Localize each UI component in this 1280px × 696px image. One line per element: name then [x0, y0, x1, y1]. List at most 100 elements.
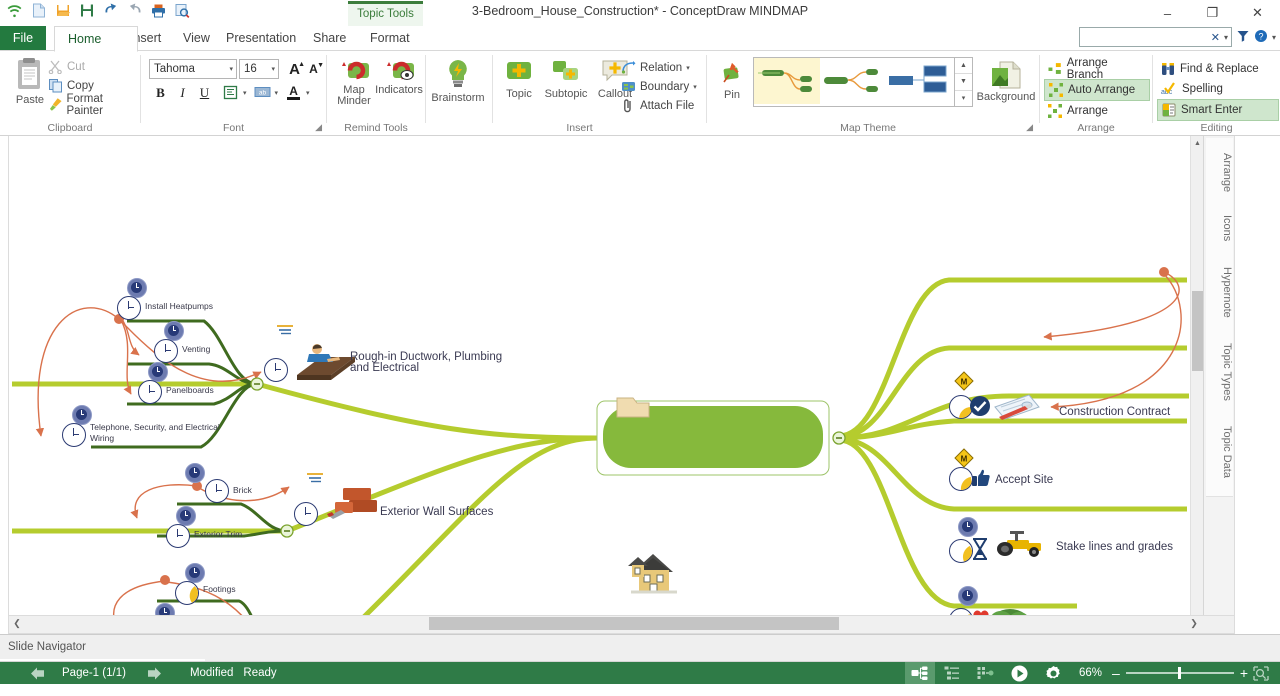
chevron-down-icon[interactable]: ▾ [229, 65, 233, 73]
panel-tab-topic-types[interactable]: Topic Types [1206, 326, 1233, 419]
theme-scroll-up[interactable]: ▲ [955, 58, 972, 75]
node-brick[interactable]: Brick [233, 485, 252, 496]
relation-button[interactable]: Relation ▾ [621, 58, 706, 77]
topic-button[interactable]: Topic [500, 59, 538, 100]
vertical-scrollbar[interactable]: ▲ ▼ [1190, 136, 1204, 634]
previous-page-icon[interactable] [24, 662, 50, 684]
tree-view-icon[interactable] [969, 662, 1003, 684]
node-exterior-trim[interactable]: Exterior Trim [194, 529, 242, 540]
map-minder-button[interactable]: Map Minder [333, 59, 375, 107]
central-topic[interactable]: Three-Bedroom House Construction [681, 556, 813, 588]
outline-view-icon[interactable] [935, 662, 969, 684]
underline-button[interactable]: U [195, 83, 214, 102]
horizontal-scroll-thumb[interactable] [429, 617, 839, 630]
theme-thumb-2[interactable] [820, 58, 886, 104]
map-theme-scroll[interactable]: ▲ ▼ ▾ [954, 57, 973, 107]
subtopic-button[interactable]: Subtopic [540, 59, 592, 100]
bold-button[interactable]: B [151, 83, 170, 102]
vertical-scroll-thumb[interactable] [1192, 291, 1203, 371]
clock-icon [294, 502, 318, 526]
grow-font-button[interactable]: A ▲ [285, 60, 305, 79]
indicators-button[interactable]: Indicators [375, 59, 423, 96]
background-button[interactable]: Background [977, 60, 1035, 103]
branch-stake-lines-and-grades[interactable]: Stake lines and grades [1056, 541, 1173, 553]
scroll-left-icon[interactable]: ❮ [9, 616, 25, 631]
chevron-down-icon[interactable]: ▾ [275, 89, 279, 97]
node-install-heatpumps[interactable]: Install Heatpumps [145, 301, 213, 312]
close-button[interactable]: ✕ [1235, 0, 1280, 26]
horizontal-scrollbar[interactable]: ❮ ❯ [8, 615, 1235, 634]
zoom-out-button[interactable]: – [1112, 665, 1120, 681]
node-footings[interactable]: Footings [203, 584, 236, 595]
theme-more[interactable]: ▾ [955, 91, 972, 106]
maximize-button[interactable]: ❐ [1190, 0, 1235, 26]
branch-construction-contract[interactable]: Construction Contract [1059, 406, 1170, 418]
highlight-button[interactable]: ab [253, 83, 272, 102]
chevron-down-icon[interactable]: ▾ [686, 64, 690, 72]
arrange-button[interactable]: Arrange [1044, 101, 1150, 121]
fit-page-icon[interactable] [1248, 662, 1274, 684]
chevron-down-icon[interactable]: ▾ [271, 65, 275, 73]
format-painter-button[interactable]: Format Painter [48, 93, 140, 117]
minimize-button[interactable]: – [1145, 0, 1190, 26]
node-venting[interactable]: Venting [182, 344, 210, 355]
tab-format[interactable]: Format [357, 26, 423, 50]
chevron-down-icon[interactable]: ▾ [243, 89, 247, 97]
help-icon[interactable]: ? [1254, 29, 1268, 46]
font-color-button[interactable]: A [284, 83, 303, 102]
arrange-branch-button[interactable]: Arrange Branch [1044, 57, 1150, 81]
help-dropdown-icon[interactable]: ▾ [1272, 33, 1276, 42]
brainstorm-button[interactable]: Brainstorm [431, 59, 485, 104]
zoom-in-button[interactable]: + [1240, 665, 1248, 681]
text-align-button[interactable] [221, 83, 240, 102]
relation-icon [621, 61, 636, 74]
spelling-button[interactable]: abc Spelling [1157, 79, 1279, 99]
zoom-slider-thumb[interactable] [1177, 667, 1181, 679]
tab-home[interactable]: Home [54, 26, 138, 52]
milestone-marker-icon: M [954, 371, 974, 394]
play-icon[interactable] [1003, 662, 1037, 684]
font-size-combo[interactable]: 16 ▾ [239, 59, 279, 79]
panel-tab-hypernote[interactable]: Hypernote [1206, 248, 1233, 337]
chevron-down-icon[interactable]: ▾ [306, 89, 310, 97]
boundary-button[interactable]: Boundary ▾ [621, 77, 706, 96]
theme-thumb-3[interactable] [886, 58, 952, 104]
scroll-right-icon[interactable]: ❯ [1186, 616, 1202, 631]
map-theme-dialog-launcher[interactable]: ◢ [1026, 122, 1033, 133]
clear-search-icon[interactable]: ✕ [1211, 31, 1220, 44]
branch-exterior-wall-surfaces[interactable]: Exterior Wall Surfaces [380, 506, 493, 518]
mindmap-view-icon[interactable] [904, 662, 935, 684]
tab-file[interactable]: File [0, 26, 46, 50]
node-telephone-security-wiring[interactable]: Telephone, Security, and Electrical Wirin… [90, 422, 220, 444]
node-panelboards[interactable]: Panelboards [166, 385, 214, 396]
find-replace-button[interactable]: Find & Replace [1157, 59, 1279, 79]
paste-button[interactable]: Paste [6, 57, 54, 106]
branch-rough-in-ductwork[interactable]: Rough-in Ductwork, Plumbing and Electrica… [350, 351, 502, 374]
panel-tab-topic-data[interactable]: Topic Data [1206, 408, 1233, 497]
cut-button[interactable]: Cut [48, 57, 140, 76]
zoom-slider[interactable] [1125, 667, 1234, 679]
italic-button[interactable]: I [173, 83, 192, 102]
tab-presentation[interactable]: Presentation [213, 26, 309, 50]
theme-thumb-1[interactable] [754, 58, 820, 104]
next-page-icon[interactable] [142, 662, 168, 684]
pin-button[interactable]: Pin [715, 60, 749, 101]
map-theme-gallery[interactable] [753, 57, 955, 107]
mindmap-canvas[interactable]: Install Heatpumps Venting Panelboards Te… [8, 136, 1235, 634]
font-family-combo[interactable]: Tahoma ▾ [149, 59, 237, 79]
slide-navigator-bar[interactable]: Slide Navigator [0, 635, 1280, 662]
tab-share[interactable]: Share [300, 26, 359, 50]
gear-icon[interactable] [1037, 662, 1071, 684]
font-dialog-launcher[interactable]: ◢ [315, 122, 322, 133]
search-dropdown-icon[interactable]: ▾ [1224, 33, 1228, 42]
theme-scroll-down[interactable]: ▼ [955, 74, 972, 91]
branch-accept-site[interactable]: Accept Site [995, 474, 1053, 486]
chevron-down-icon[interactable]: ▾ [693, 83, 697, 91]
smart-enter-button[interactable]: Smart Enter [1157, 99, 1279, 121]
attach-file-button[interactable]: Attach File [621, 96, 706, 115]
shrink-font-button[interactable]: A ▼ [304, 60, 324, 79]
relation-label: Relation [640, 61, 683, 74]
filter-icon[interactable] [1236, 29, 1250, 46]
auto-arrange-button[interactable]: Auto Arrange [1044, 79, 1150, 101]
search-input[interactable]: ✕ ▾ [1078, 27, 1232, 47]
